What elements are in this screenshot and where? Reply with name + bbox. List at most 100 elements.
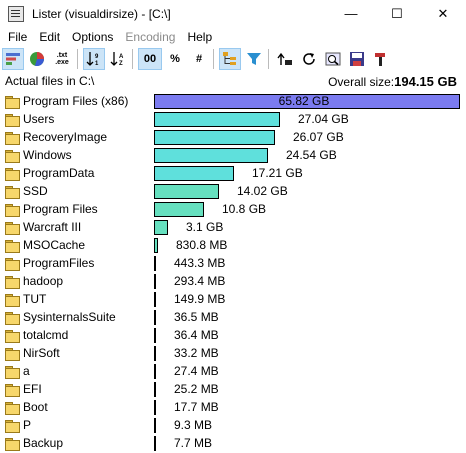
overall-size-label: Overall size: <box>328 75 395 89</box>
directory-size: 9.3 MB <box>174 418 213 432</box>
pie-chart-icon <box>30 52 44 66</box>
directory-row[interactable]: a 27.4 MB <box>0 363 466 381</box>
directory-size: 26.07 GB <box>293 130 344 144</box>
size-bar <box>154 292 156 307</box>
directory-row[interactable]: Windows 24.54 GB <box>0 147 466 165</box>
folder-icon <box>5 240 20 253</box>
size-bar <box>154 328 156 343</box>
directory-name: SysinternalsSuite <box>23 310 116 324</box>
directory-row[interactable]: ProgramData 17.21 GB <box>0 165 466 183</box>
up-level-button[interactable] <box>274 48 296 70</box>
directory-row[interactable]: Boot 17.7 MB <box>0 399 466 417</box>
percent-button[interactable]: % <box>164 48 186 70</box>
menu-edit[interactable]: Edit <box>31 30 64 44</box>
magnifier-icon <box>325 52 341 66</box>
size-bar <box>154 148 268 163</box>
menu-encoding[interactable]: Encoding <box>117 30 179 44</box>
filter-button[interactable] <box>243 48 265 70</box>
size-bar <box>154 130 275 145</box>
directory-name: Program Files (x86) <box>23 94 129 108</box>
directory-row[interactable]: totalcmd 36.4 MB <box>0 327 466 345</box>
bar-view-button[interactable] <box>2 48 24 70</box>
menu-file[interactable]: File <box>0 30 31 44</box>
directory-size: 149.9 MB <box>174 292 226 306</box>
directory-row[interactable]: Program Files 10.8 GB <box>0 201 466 219</box>
directory-name: MSOCache <box>23 238 86 252</box>
menu-help[interactable]: Help <box>179 30 216 44</box>
folder-icon <box>5 330 20 343</box>
folder-icon <box>5 402 20 415</box>
size-bar <box>154 274 156 289</box>
directory-name: Windows <box>23 148 72 162</box>
close-button[interactable]: ✕ <box>420 0 466 27</box>
directory-row[interactable]: TUT 149.9 MB <box>0 291 466 309</box>
size-bar <box>154 238 158 253</box>
directory-name: Program Files <box>23 202 98 216</box>
floppy-disk-icon <box>350 52 364 66</box>
directory-size: 3.1 GB <box>186 220 224 234</box>
save-button[interactable] <box>346 48 368 70</box>
directory-name: ProgramData <box>23 166 95 180</box>
lister-app-icon <box>8 5 24 22</box>
refresh-icon <box>303 53 315 65</box>
title-bar: Lister (visualdirsize) - [C:\] — ☐ ✕ <box>0 0 466 27</box>
folder-icon <box>5 96 20 109</box>
directory-size: 36.4 MB <box>174 328 219 342</box>
directory-row[interactable]: ProgramFiles 443.3 MB <box>0 255 466 273</box>
folder-icon <box>5 276 20 289</box>
find-button[interactable] <box>322 48 344 70</box>
tools-button[interactable] <box>370 48 392 70</box>
toolbar-separator <box>132 49 133 69</box>
tree-icon <box>223 52 236 65</box>
size-bar <box>154 364 156 379</box>
svg-text:9: 9 <box>95 54 99 60</box>
maximize-button[interactable]: ☐ <box>374 0 420 27</box>
size-bar <box>154 220 168 235</box>
extension-view-button[interactable]: .txt .exe <box>50 48 74 70</box>
menu-options[interactable]: Options <box>64 30 117 44</box>
folder-icon <box>5 366 20 379</box>
toolbar-separator <box>268 49 269 69</box>
directory-name: Backup <box>23 436 64 450</box>
folder-icon <box>5 258 20 271</box>
sort-size-button[interactable]: 9 1 <box>83 48 105 70</box>
directory-row[interactable]: SSD 14.02 GB <box>0 183 466 201</box>
directory-name: hadoop <box>23 274 64 288</box>
directory-size: 27.04 GB <box>298 112 349 126</box>
refresh-button[interactable] <box>298 48 320 70</box>
size-units-button[interactable]: 00 <box>138 48 162 70</box>
directory-row[interactable]: Users 27.04 GB <box>0 111 466 129</box>
folder-icon <box>5 420 20 433</box>
directory-row[interactable]: NirSoft 33.2 MB <box>0 345 466 363</box>
directory-row[interactable]: SysinternalsSuite 36.5 MB <box>0 309 466 327</box>
directory-name: a <box>23 364 30 378</box>
directory-size: 27.4 MB <box>174 364 219 378</box>
sort-name-button[interactable]: A Z <box>107 48 129 70</box>
directory-row[interactable]: P 9.3 MB <box>0 417 466 435</box>
tree-view-button[interactable] <box>219 48 241 70</box>
directory-size: 24.54 GB <box>286 148 337 162</box>
directory-name: RecoveryImage <box>23 130 108 144</box>
folder-icon <box>5 384 20 397</box>
pie-view-button[interactable] <box>26 48 48 70</box>
directory-row[interactable]: Backup 7.7 MB <box>0 435 466 453</box>
folder-icon <box>5 294 20 307</box>
minimize-button[interactable]: — <box>328 0 374 27</box>
directory-row[interactable]: Warcraft III 3.1 GB <box>0 219 466 237</box>
count-button[interactable]: # <box>188 48 210 70</box>
directory-size: 14.02 GB <box>237 184 288 198</box>
sort-numeric-icon: 9 1 <box>86 52 99 67</box>
directory-row[interactable]: Program Files (x86) 65.82 GB <box>0 93 466 111</box>
size-bar <box>154 382 156 397</box>
folder-icon <box>5 150 20 163</box>
folder-icon <box>5 312 20 325</box>
directory-name: totalcmd <box>23 328 69 342</box>
filter-icon <box>247 53 261 65</box>
directory-row[interactable]: EFI 25.2 MB <box>0 381 466 399</box>
directory-name: SSD <box>23 184 48 198</box>
directory-name: EFI <box>23 382 42 396</box>
directory-row[interactable]: RecoveryImage 26.07 GB <box>0 129 466 147</box>
directory-row[interactable]: hadoop 293.4 MB <box>0 273 466 291</box>
directory-size: 36.5 MB <box>174 310 219 324</box>
directory-row[interactable]: MSOCache 830.8 MB <box>0 237 466 255</box>
